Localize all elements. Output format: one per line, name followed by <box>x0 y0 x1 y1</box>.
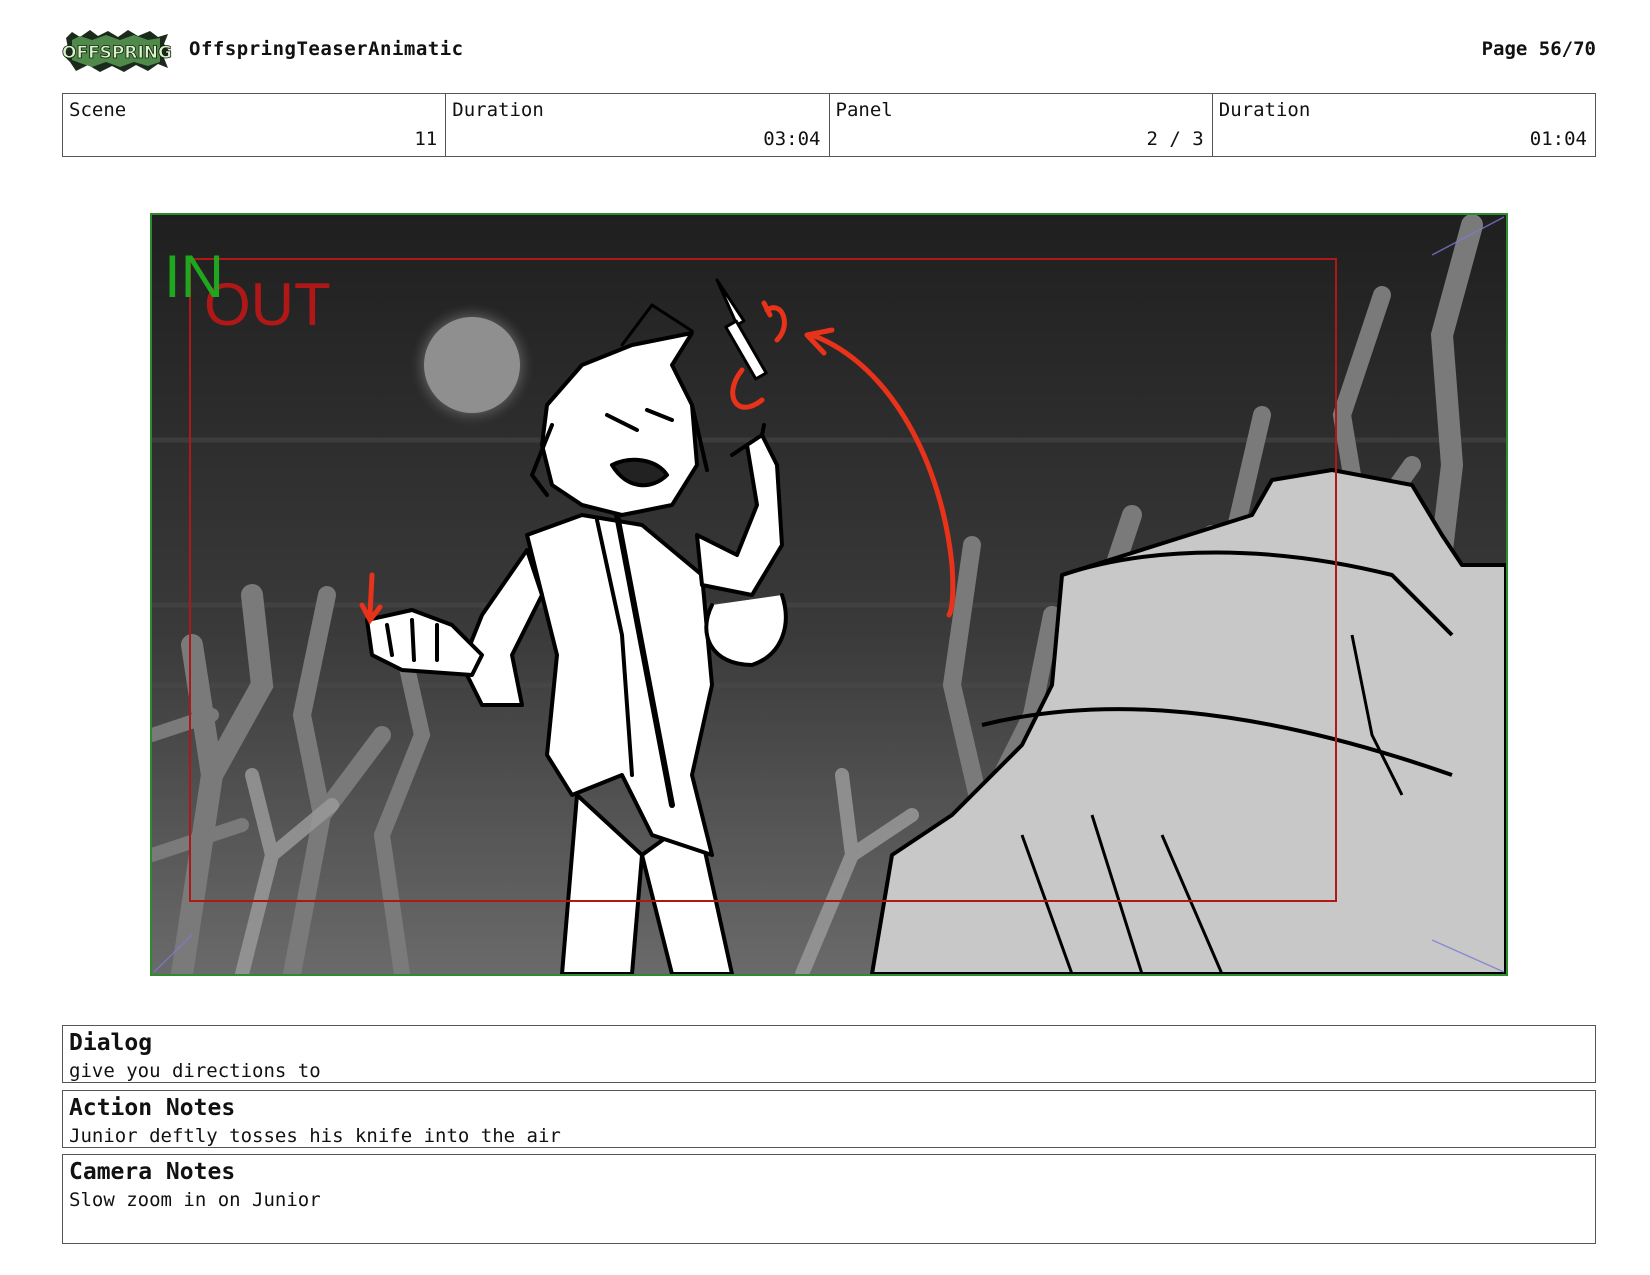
panel-drawing: OUT IN <box>152 215 1506 974</box>
scene-cell: Scene 11 <box>63 94 447 156</box>
dialog-text: give you directions to <box>69 1060 321 1082</box>
panel-label: Panel <box>835 99 893 121</box>
scene-info-table: Scene 11 Duration 03:04 Panel 2 / 3 Dura… <box>62 93 1596 157</box>
panel-duration-label: Duration <box>1218 99 1311 121</box>
panel-duration-cell: Duration 01:04 <box>1213 94 1595 156</box>
panel-value: 2 / 3 <box>1146 128 1204 150</box>
action-notes-box: Action Notes Junior deftly tosses his kn… <box>62 1090 1596 1148</box>
project-title: OffspringTeaserAnimatic <box>189 38 464 60</box>
dialog-title: Dialog <box>69 1030 153 1056</box>
camera-notes-text: Slow zoom in on Junior <box>69 1189 321 1211</box>
offspring-logo: OFFSPRING <box>62 30 172 72</box>
panel-duration-value: 01:04 <box>1529 128 1587 150</box>
scene-label: Scene <box>69 99 127 121</box>
scene-duration-cell: Duration 03:04 <box>446 94 830 156</box>
svg-text:OFFSPRING: OFFSPRING <box>62 43 172 63</box>
camera-notes-box: Camera Notes Slow zoom in on Junior <box>62 1154 1596 1244</box>
dialog-box: Dialog give you directions to <box>62 1025 1596 1083</box>
storyboard-panel: OUT IN <box>150 213 1508 976</box>
panel-cell: Panel 2 / 3 <box>830 94 1213 156</box>
scene-value: 11 <box>414 128 438 150</box>
action-notes-text: Junior deftly tosses his knife into the … <box>69 1125 561 1147</box>
scene-duration-value: 03:04 <box>763 128 821 150</box>
action-notes-title: Action Notes <box>69 1095 236 1121</box>
in-label: IN <box>164 243 224 310</box>
page-number: Page 56/70 <box>1481 38 1596 60</box>
scene-duration-label: Duration <box>452 99 544 121</box>
moon <box>424 317 520 413</box>
camera-notes-title: Camera Notes <box>69 1159 236 1185</box>
